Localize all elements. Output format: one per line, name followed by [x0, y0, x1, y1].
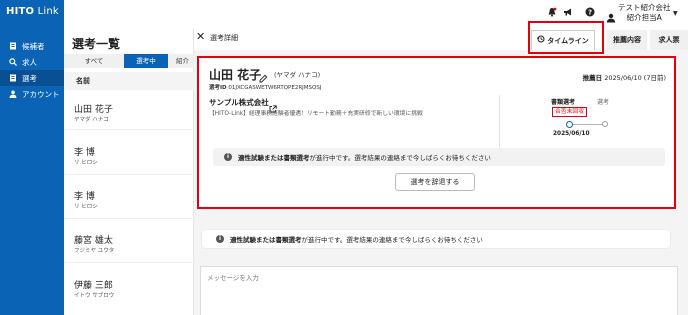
sidebar: 候補者 求人 選考 アカウント: [0, 28, 64, 315]
candidate-kana: イトウ サブロウ: [74, 293, 115, 299]
list-tabs: すべて 選考中 紹介: [64, 54, 194, 68]
sidebar-item-label: 選考: [22, 74, 37, 83]
sidebar-item-selection[interactable]: 選考: [0, 70, 64, 86]
svg-text:?: ?: [588, 9, 592, 17]
document-icon: [9, 74, 17, 82]
sidebar-item-account[interactable]: アカウント: [0, 86, 64, 102]
detail-header: ✕ 選考詳細 タイムライン 推薦内容 求人票: [194, 21, 688, 54]
bell-icon[interactable]: [546, 7, 558, 19]
status-notice-timeline: i 適性試験または書類選考が進行中です。選考結果の連絡まで今しばらくお待ちくださ…: [202, 230, 670, 248]
close-icon[interactable]: ✕: [196, 30, 205, 43]
tab-timeline[interactable]: タイムライン: [531, 30, 595, 50]
info-icon: i: [216, 235, 224, 243]
list-item[interactable]: 李 博 リ ヒロシ: [64, 175, 194, 219]
external-link-icon[interactable]: [269, 98, 277, 113]
sidebar-item-label: 候補者: [22, 42, 45, 51]
page-title: 選考一覧: [72, 37, 121, 51]
megaphone-icon[interactable]: [562, 7, 574, 19]
stage-current-label: 書類選考: [551, 99, 576, 106]
sidebar-item-label: アカウント: [22, 90, 60, 99]
edit-icon[interactable]: [259, 68, 268, 83]
candidate-kana: (ヤマダ ハナコ): [274, 71, 321, 79]
progress-line: [571, 124, 605, 125]
user-icon[interactable]: [606, 8, 616, 23]
candidate-name: 李 博: [74, 192, 95, 202]
tab-label: タイムライン: [547, 37, 589, 45]
divider: [499, 95, 500, 147]
candidate-name: 伊藤 三郎: [74, 281, 113, 291]
sidebar-item-candidates[interactable]: 候補者: [0, 38, 64, 54]
app-logo[interactable]: HITO Link: [6, 6, 59, 17]
search-icon: [9, 58, 17, 66]
selection-list-panel: 選考一覧 すべて 選考中 紹介 名前 山田 花子 ヤマダ ハナコ 李 博 リ ヒ…: [64, 28, 194, 315]
stage-next-label: 選考: [597, 99, 610, 106]
column-header-name: 名前: [64, 72, 194, 90]
job-title: 【HITO-Link】経理事務経験者優遇！リモート勤務＋充実研修で新しい環境に挑…: [209, 111, 423, 117]
tab-in-progress[interactable]: 選考中: [124, 54, 168, 68]
list-item[interactable]: 伊藤 三郎 イトウ サブロウ: [64, 263, 194, 315]
sidebar-item-jobs[interactable]: 求人: [0, 54, 64, 70]
list-item[interactable]: 李 博 リ ヒロシ: [64, 130, 194, 175]
list-item[interactable]: 山田 花子 ヤマダ ハナコ: [64, 90, 194, 130]
candidate-kana: フジミヤ ユウタ: [74, 248, 115, 254]
history-icon: [537, 31, 545, 51]
selection-id: 選考ID 01JXCGASWETW6RTQPE2RJMSQSJ: [209, 83, 321, 91]
user-role: 紹介担当A: [626, 13, 662, 22]
candidate-name: 山田 花子: [74, 105, 113, 115]
info-icon: i: [224, 153, 232, 161]
logo-text: HITO: [6, 6, 35, 17]
stage-date: 2025/06/10: [553, 131, 590, 137]
selection-id-label: 選考ID: [209, 85, 227, 91]
logo-suffix: Link: [34, 6, 59, 17]
selection-detail-panel: ✕ 選考詳細 タイムライン 推薦内容 求人票 山田 花子 (ヤマダ ハナコ) 選…: [194, 21, 688, 315]
notice-text: 適性試験または書類選考が進行中です。選考結果の連絡まで今しばらくお待ちください: [238, 152, 491, 162]
reco-date-label: 推薦日: [582, 74, 603, 82]
person-icon: [9, 90, 17, 98]
stage-dot-next: [602, 121, 608, 127]
notice-bold: 適性試験または書類選考: [238, 154, 310, 162]
candidate-name: 李 博: [74, 148, 95, 158]
top-header: HITO Link ? テスト紹介会社 紹介担当A ▼: [0, 0, 688, 28]
candidate-kana: リ ヒロシ: [74, 204, 98, 210]
notice-rest: が進行中です。選考結果の連絡まで今しばらくお待ちください: [301, 236, 483, 244]
candidate-kana: ヤマダ ハナコ: [74, 117, 109, 123]
tab-job-posting[interactable]: 求人票: [650, 30, 688, 50]
recommendation-date: 推薦日 2025/06/10 (7日前): [583, 72, 666, 82]
candidate-name: 山田 花子: [209, 68, 262, 82]
detail-title: 選考詳細: [210, 34, 238, 42]
chevron-down-icon[interactable]: ▼: [673, 10, 678, 17]
help-icon[interactable]: ?: [584, 7, 596, 19]
candidate-name: 藤宮 雄太: [74, 236, 113, 246]
tab-all[interactable]: すべて: [64, 54, 124, 68]
list-item[interactable]: 藤宮 雄太 フジミヤ ユウタ: [64, 219, 194, 263]
withdraw-selection-button[interactable]: 選考を辞退する: [395, 173, 475, 191]
stage-dot-current: [566, 121, 573, 128]
notice-rest: が進行中です。選考結果の連絡まで今しばらくお待ちください: [309, 154, 491, 162]
tab-introduced[interactable]: 紹介: [168, 54, 194, 68]
logo-area: HITO Link: [0, 0, 64, 28]
selection-card: 山田 花子 (ヤマダ ハナコ) 選考ID 01JXCGASWETW6RTQPE2…: [197, 56, 676, 209]
company-name: テスト紹介会社: [618, 3, 671, 12]
account-menu[interactable]: テスト紹介会社 紹介担当A: [618, 3, 671, 23]
message-input[interactable]: [200, 266, 678, 315]
candidate-icon: [9, 42, 17, 50]
candidate-kana: リ ヒロシ: [74, 160, 98, 166]
status-badge: 合否未回収: [552, 107, 587, 117]
company-name[interactable]: サンプル株式会社: [209, 97, 269, 108]
status-notice: i 適性試験または書類選考が進行中です。選考結果の連絡まで今しばらくお待ちくださ…: [213, 148, 665, 166]
sidebar-item-label: 求人: [22, 58, 37, 67]
reco-date-value: 2025/06/10 (7日前): [604, 74, 666, 82]
notice-bold: 適性試験または書類選考: [230, 236, 302, 244]
notice-text: 適性試験または書類選考が進行中です。選考結果の連絡まで今しばらくお待ちください: [230, 234, 483, 244]
tab-recommendation[interactable]: 推薦内容: [607, 30, 647, 50]
selection-id-value: 01JXCGASWETW6RTQPE2RJMSQSJ: [228, 85, 322, 91]
